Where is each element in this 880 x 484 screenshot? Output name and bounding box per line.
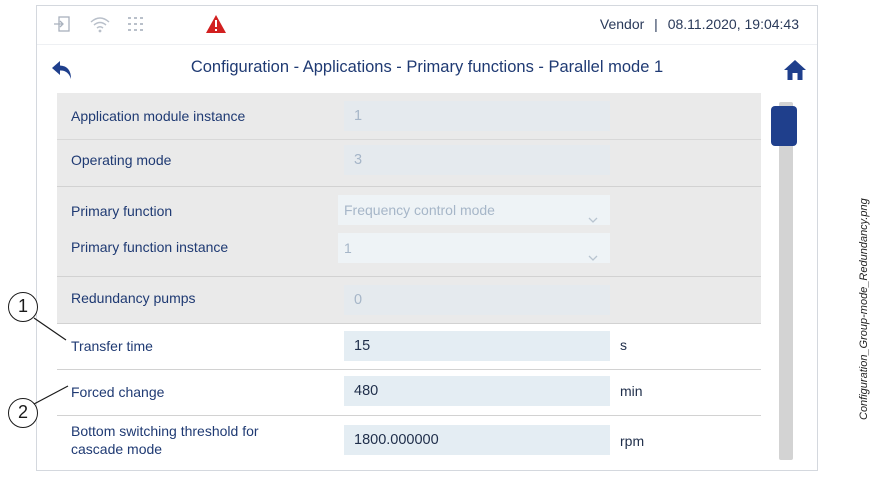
callout-2: 2: [8, 398, 38, 428]
callout-lines: [33, 317, 69, 405]
figure-caption: Configuration_Group-mode_Redundancy.png: [858, 198, 870, 420]
callout-1: 1: [8, 292, 38, 322]
